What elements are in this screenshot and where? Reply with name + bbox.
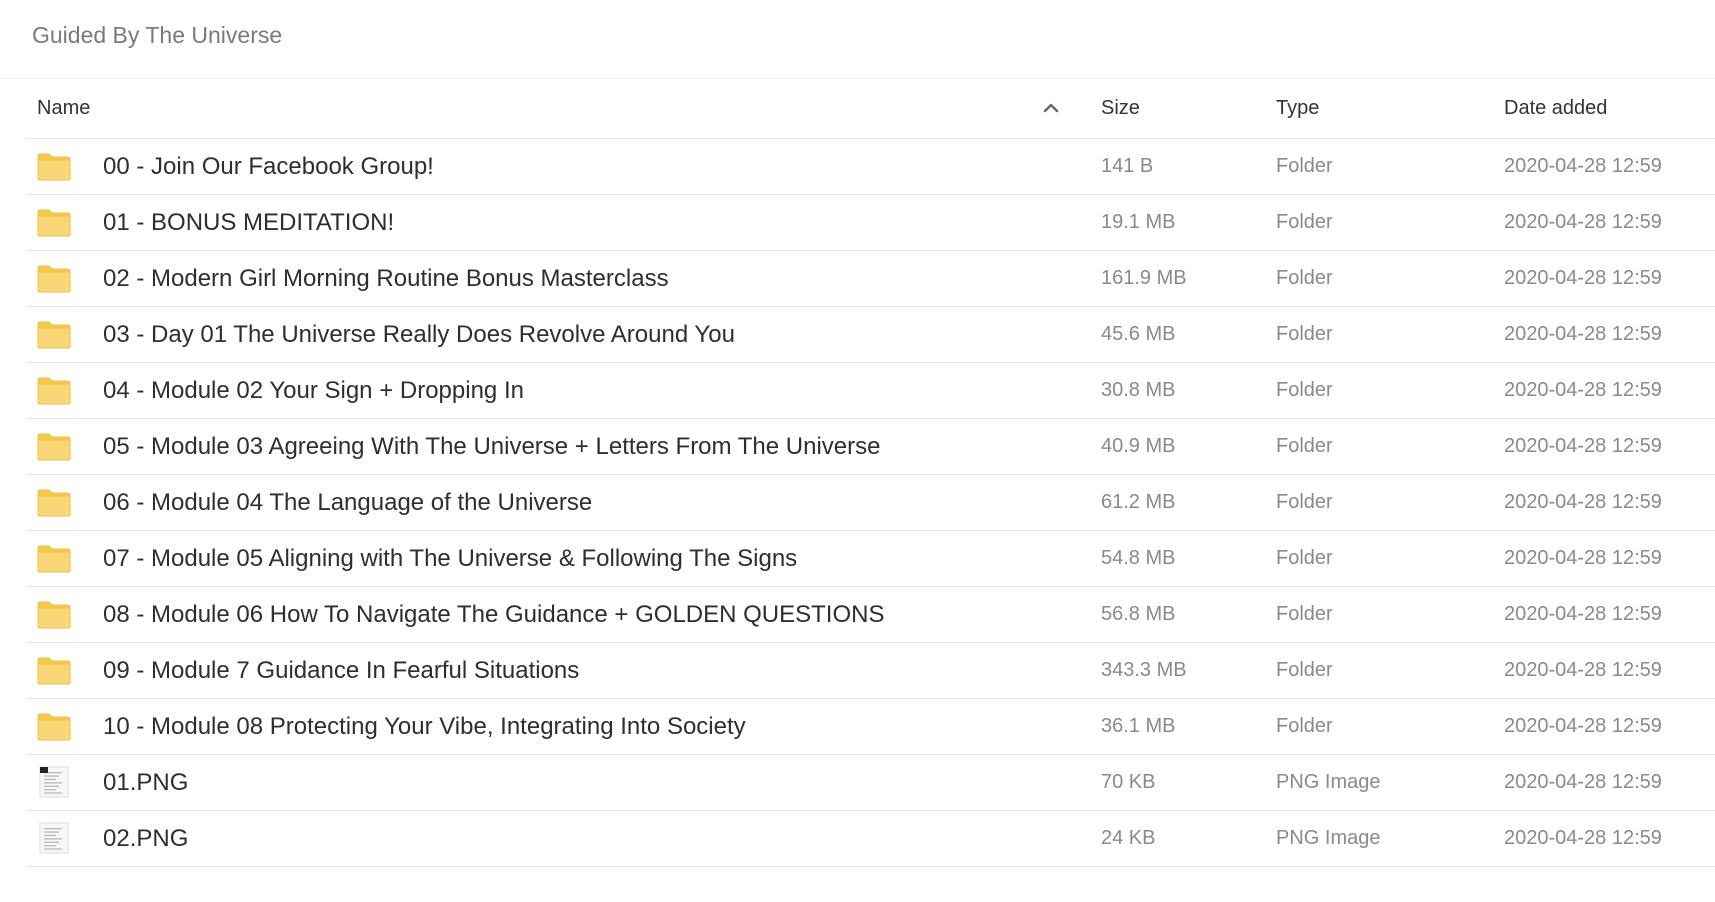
file-name[interactable]: 05 - Module 03 Agreeing With The Univers… [103,433,880,461]
file-size: 36.1 MB [1101,715,1176,737]
file-table: Name Size Type Date added 00 - Join Our … [27,79,1715,867]
file-list: 00 - Join Our Facebook Group! 141 B Folder… [27,139,1715,867]
file-size: 343.3 MB [1101,659,1187,681]
folder-row[interactable]: 06 - Module 04 The Language of the Unive… [27,475,1715,531]
folder-icon [37,206,71,238]
file-type: Folder [1276,715,1333,737]
file-size: 45.6 MB [1101,323,1176,345]
folder-icon [37,318,71,350]
file-date-added: 2020-04-28 12:59 [1504,771,1662,793]
file-name[interactable]: 02.PNG [103,825,188,853]
folder-icon [37,710,71,742]
file-type: Folder [1276,547,1333,569]
file-type: Folder [1276,323,1333,345]
folder-icon [37,542,71,574]
column-header-size[interactable]: Size [1101,97,1140,120]
file-date-added: 2020-04-28 12:59 [1504,211,1662,233]
file-name[interactable]: 01.PNG [103,769,188,797]
file-size: 24 KB [1101,827,1156,849]
file-type: Folder [1276,211,1333,233]
file-name[interactable]: 02 - Modern Girl Morning Routine Bonus M… [103,265,669,293]
folder-icon [37,262,71,294]
column-header-date-added[interactable]: Date added [1504,97,1607,120]
folder-row[interactable]: 10 - Module 08 Protecting Your Vibe, Int… [27,699,1715,755]
png-thumbnail-icon [37,766,71,798]
file-date-added: 2020-04-28 12:59 [1504,659,1662,681]
folder-row[interactable]: 04 - Module 02 Your Sign + Dropping In 30… [27,363,1715,419]
folder-icon [37,598,71,630]
folder-row[interactable]: 00 - Join Our Facebook Group! 141 B Folder… [27,139,1715,195]
file-type: Folder [1276,491,1333,513]
file-size: 30.8 MB [1101,379,1176,401]
file-type: Folder [1276,267,1333,289]
table-header: Name Size Type Date added [27,79,1715,139]
folder-row[interactable]: 05 - Module 03 Agreeing With The Univers… [27,419,1715,475]
file-date-added: 2020-04-28 12:59 [1504,379,1662,401]
file-size: 54.8 MB [1101,547,1176,569]
file-size: 70 KB [1101,771,1156,793]
folder-row[interactable]: 07 - Module 05 Aligning with The Univers… [27,531,1715,587]
file-date-added: 2020-04-28 12:59 [1504,323,1662,345]
file-date-added: 2020-04-28 12:59 [1504,267,1662,289]
folder-row[interactable]: 08 - Module 06 How To Navigate The Guida… [27,587,1715,643]
file-row[interactable]: 02.PNG 24 KB PNG Image 2020-04-28 12:59 [27,811,1715,867]
column-header-type[interactable]: Type [1276,97,1319,120]
file-name[interactable]: 10 - Module 08 Protecting Your Vibe, Int… [103,713,746,741]
file-size: 19.1 MB [1101,211,1176,233]
file-name[interactable]: 08 - Module 06 How To Navigate The Guida… [103,601,884,629]
file-type: Folder [1276,659,1333,681]
file-date-added: 2020-04-28 12:59 [1504,491,1662,513]
folder-row[interactable]: 09 - Module 7 Guidance In Fearful Situat… [27,643,1715,699]
file-type: Folder [1276,435,1333,457]
file-size: 56.8 MB [1101,603,1176,625]
file-type: PNG Image [1276,827,1381,849]
file-name[interactable]: 04 - Module 02 Your Sign + Dropping In [103,377,524,405]
file-size: 61.2 MB [1101,491,1176,513]
folder-icon [37,150,71,182]
file-size: 40.9 MB [1101,435,1176,457]
column-header-name[interactable]: Name [37,97,90,120]
png-thumbnail-icon [37,822,71,854]
folder-row[interactable]: 01 - BONUS MEDITATION! 19.1 MB Folder 2020-… [27,195,1715,251]
file-name[interactable]: 07 - Module 05 Aligning with The Univers… [103,545,797,573]
file-type: Folder [1276,379,1333,401]
file-name[interactable]: 00 - Join Our Facebook Group! [103,153,434,181]
file-browser: Guided By The Universe Name Size Type Da… [0,0,1715,902]
file-size: 161.9 MB [1101,267,1187,289]
file-name[interactable]: 09 - Module 7 Guidance In Fearful Situat… [103,657,579,685]
file-name[interactable]: 06 - Module 04 The Language of the Unive… [103,489,592,517]
file-date-added: 2020-04-28 12:59 [1504,547,1662,569]
file-name[interactable]: 01 - BONUS MEDITATION! [103,209,394,237]
file-name[interactable]: 03 - Day 01 The Universe Really Does Rev… [103,321,735,349]
chevron-up-icon[interactable] [1042,99,1060,117]
file-row[interactable]: 01.PNG 70 KB PNG Image 2020-04-28 12:59 [27,755,1715,811]
file-date-added: 2020-04-28 12:59 [1504,435,1662,457]
file-type: Folder [1276,155,1333,177]
file-size: 141 B [1101,155,1154,177]
file-date-added: 2020-04-28 12:59 [1504,155,1662,177]
folder-icon [37,486,71,518]
folder-icon [37,430,71,462]
breadcrumb[interactable]: Guided By The Universe [32,22,282,49]
file-date-added: 2020-04-28 12:59 [1504,603,1662,625]
folder-row[interactable]: 03 - Day 01 The Universe Really Does Rev… [27,307,1715,363]
file-date-added: 2020-04-28 12:59 [1504,715,1662,737]
file-type: PNG Image [1276,771,1381,793]
folder-row[interactable]: 02 - Modern Girl Morning Routine Bonus M… [27,251,1715,307]
folder-icon [37,654,71,686]
file-date-added: 2020-04-28 12:59 [1504,827,1662,849]
file-type: Folder [1276,603,1333,625]
folder-icon [37,374,71,406]
